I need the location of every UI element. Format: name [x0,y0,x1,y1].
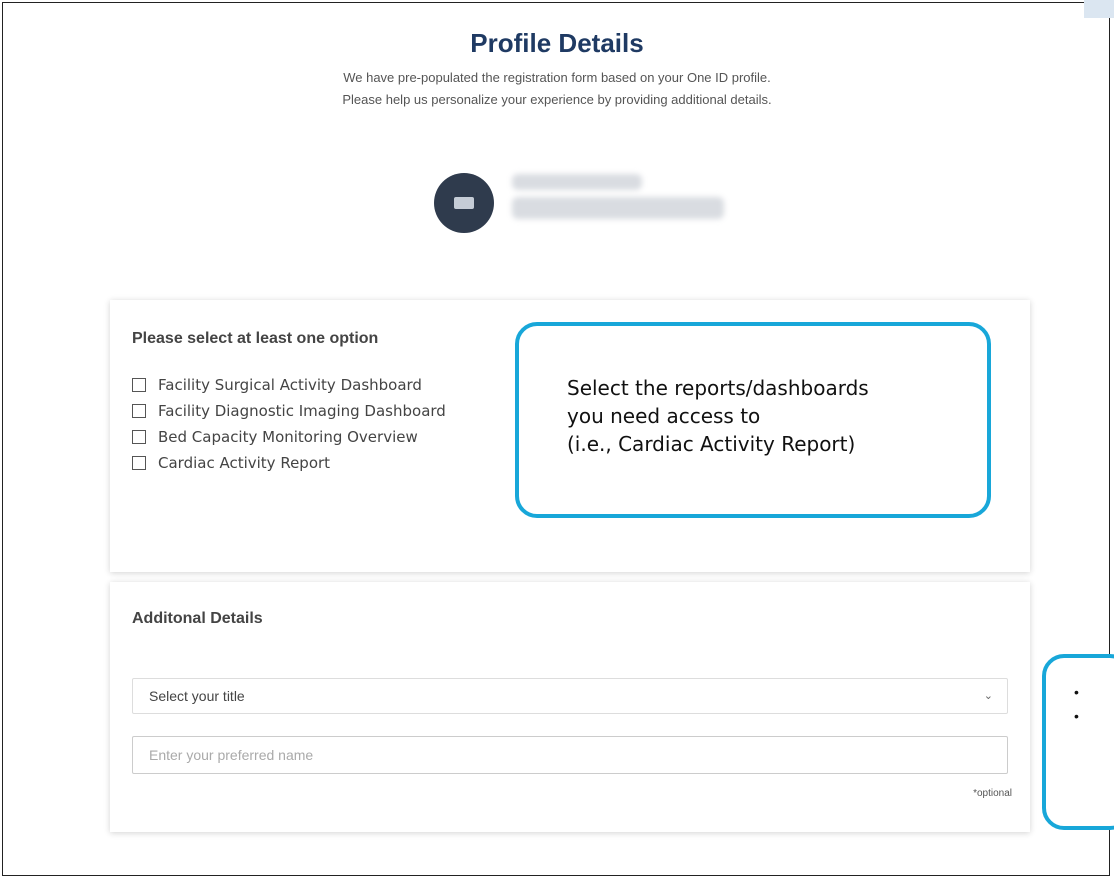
option-bed-capacity[interactable]: Bed Capacity Monitoring Overview [132,428,418,446]
blurred-user-email [512,197,724,219]
option-label: Facility Diagnostic Imaging Dashboard [158,402,446,420]
preferred-name-placeholder: Enter your preferred name [149,747,314,763]
additional-details-card: Additonal Details Select your title ⌄ En… [110,582,1030,832]
option-label: Cardiac Activity Report [158,454,331,472]
page-title: Profile Details [470,28,644,58]
options-heading: Please select at least one option [132,330,379,347]
checkbox-icon[interactable] [132,430,146,444]
side-callout-bullet-1: • [1074,684,1079,700]
side-callout-bullet-2: • [1074,708,1079,724]
checkbox-icon[interactable] [132,404,146,418]
page-subtitle-line2: Please help us personalize your experien… [342,92,772,107]
avatar [434,173,494,233]
instruction-callout: Select the reports/dashboards you need a… [515,322,991,518]
chevron-down-icon[interactable]: ⌄ [984,689,993,702]
option-label: Bed Capacity Monitoring Overview [158,428,418,446]
preferred-name-input[interactable]: Enter your preferred name [132,736,1008,774]
callout-line1: Select the reports/dashboards [567,376,869,400]
option-cardiac-activity[interactable]: Cardiac Activity Report [132,454,330,472]
blurred-user-name [512,174,642,190]
optional-note: *optional [973,788,1012,799]
additional-details-heading: Additonal Details [132,610,263,627]
page-subtitle-line1: We have pre-populated the registration f… [343,70,771,85]
callout-line3: (i.e., Cardiac Activity Report) [567,432,856,456]
option-diagnostic-imaging[interactable]: Facility Diagnostic Imaging Dashboard [132,402,446,420]
checkbox-icon[interactable] [132,378,146,392]
checkbox-icon[interactable] [132,456,146,470]
window-edge [1084,0,1114,18]
option-label: Facility Surgical Activity Dashboard [158,376,422,394]
callout-line2: you need access to [567,404,761,428]
side-callout: • • [1042,654,1114,830]
option-surgical-activity[interactable]: Facility Surgical Activity Dashboard [132,376,422,394]
avatar-icon [454,197,474,209]
title-select-value: Select your title [149,688,245,704]
title-select[interactable]: Select your title ⌄ [132,678,1008,714]
